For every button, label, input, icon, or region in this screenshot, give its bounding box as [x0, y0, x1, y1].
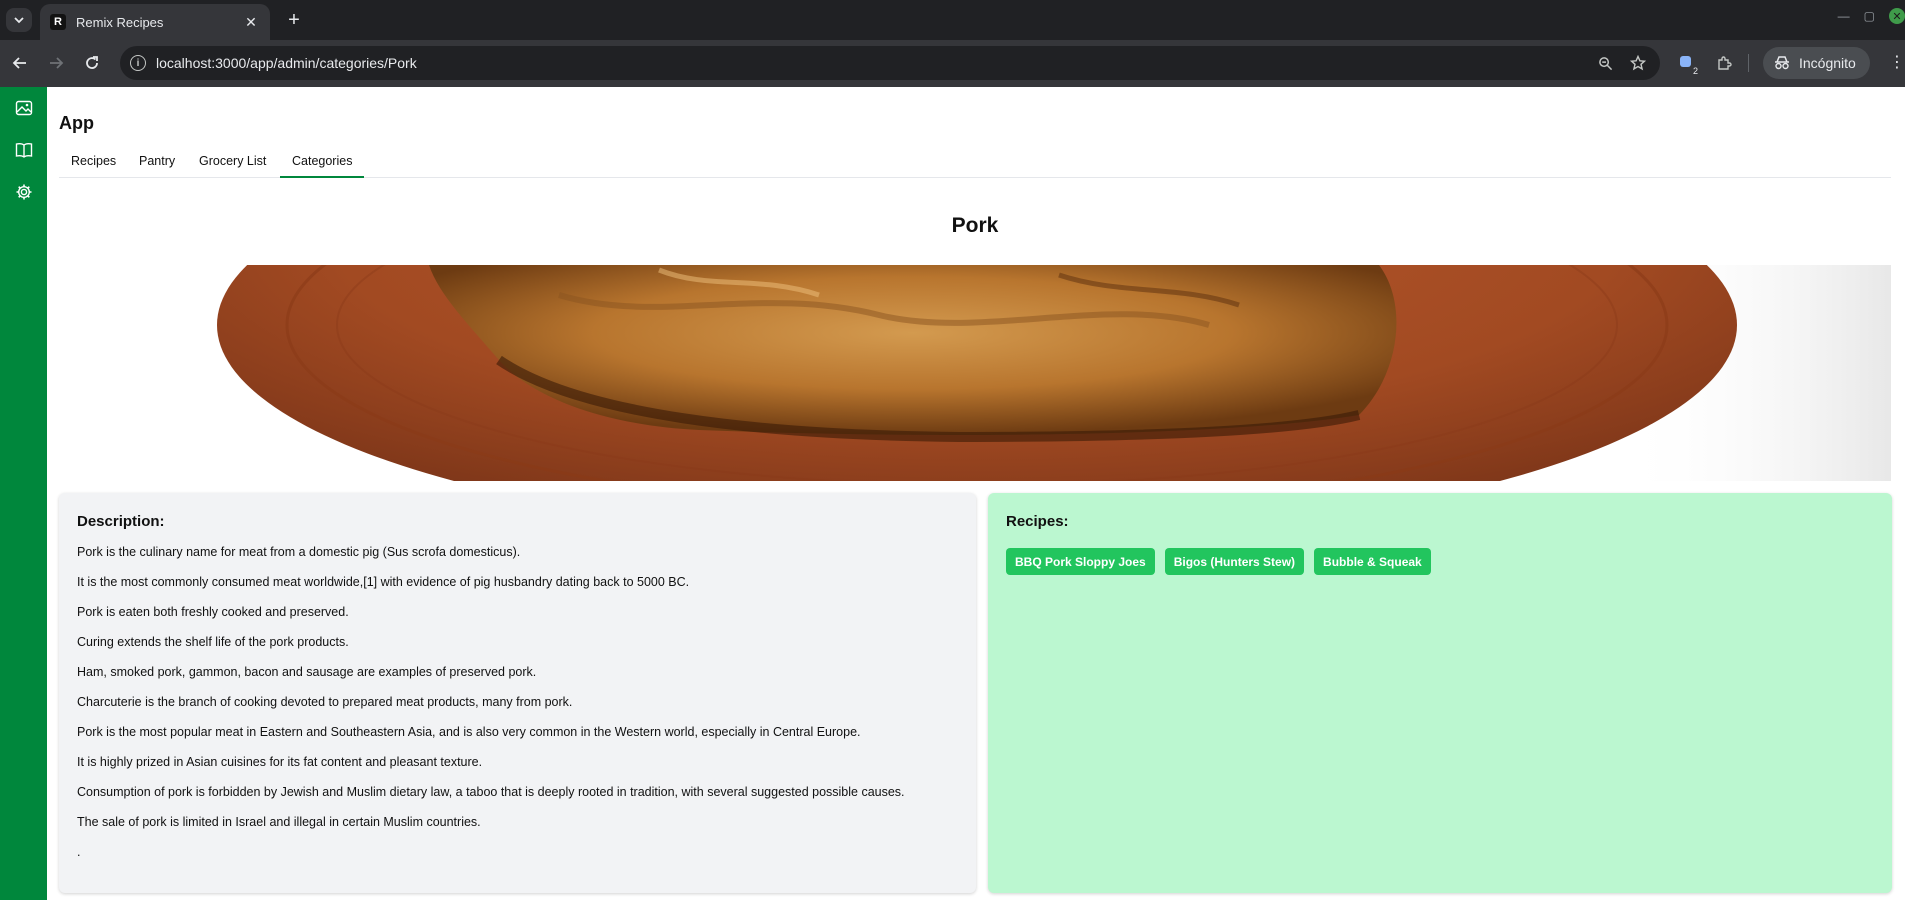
description-line: Curing extends the shelf life of the por… [77, 635, 349, 649]
recipes-card: Recipes: BBQ Pork Sloppy Joes Bigos (Hun… [988, 493, 1892, 893]
app-sidebar [0, 87, 47, 900]
extension-badge-count: 2 [1692, 66, 1698, 76]
description-line: Ham, smoked pork, gammon, bacon and saus… [77, 665, 537, 679]
chevron-down-icon [14, 17, 24, 24]
bookmark-star-icon[interactable] [1627, 52, 1649, 74]
arrow-left-icon [12, 57, 26, 69]
extensions-puzzle-icon[interactable] [1713, 52, 1735, 74]
tab-title: Remix Recipes [76, 14, 164, 30]
remix-favicon-icon: R [50, 14, 66, 30]
gear-icon[interactable] [14, 182, 34, 202]
category-title: Pork [951, 214, 999, 237]
reload-icon [86, 56, 98, 69]
recipe-link-bbq-pork-sloppy-joes[interactable]: BBQ Pork Sloppy Joes [1006, 548, 1155, 575]
recipes-heading: Recipes: [1006, 513, 1069, 530]
maximize-icon[interactable]: ▢ [1864, 9, 1875, 23]
back-button[interactable] [8, 51, 32, 75]
window-controls: — ▢ ✕ [1838, 8, 1905, 24]
description-line: It is highly prized in Asian cuisines fo… [77, 755, 483, 769]
new-tab-button[interactable]: + [282, 8, 306, 32]
browser-menu-icon[interactable]: ⋮ [1889, 52, 1905, 72]
image-icon[interactable] [14, 98, 34, 118]
browser-tab-strip: R Remix Recipes ✕ + — ▢ ✕ [0, 0, 1905, 40]
description-line: Pork is the culinary name for meat from … [77, 545, 521, 559]
reload-button[interactable] [80, 51, 104, 75]
zoom-icon[interactable] [1594, 52, 1616, 74]
address-bar[interactable]: i localhost:3000/app/admin/categories/Po… [120, 46, 1660, 80]
description-heading: Description: [77, 513, 165, 530]
extension-badge-icon[interactable]: 2 [1676, 52, 1698, 76]
app-title: App [59, 113, 94, 133]
recipe-list: BBQ Pork Sloppy Joes Bigos (Hunters Stew… [1006, 548, 1431, 575]
description-line: Consumption of pork is forbidden by Jewi… [77, 785, 905, 799]
tab-search-button[interactable] [6, 8, 32, 32]
description-card: Description: Pork is the culinary name f… [59, 493, 976, 893]
recipe-link-bubble-and-squeak[interactable]: Bubble & Squeak [1314, 548, 1431, 575]
tab-pantry[interactable]: Pantry [127, 151, 187, 178]
window-close-icon[interactable]: ✕ [1889, 8, 1905, 24]
description-line: Pork is the most popular meat in Eastern… [77, 725, 861, 739]
incognito-indicator[interactable]: Incógnito [1763, 47, 1870, 79]
site-info-icon[interactable]: i [130, 55, 146, 71]
tab-close-icon[interactable]: ✕ [242, 14, 260, 31]
minimize-icon[interactable]: — [1838, 9, 1850, 23]
incognito-icon [1775, 56, 1789, 70]
tab-recipes[interactable]: Recipes [59, 151, 128, 178]
browser-toolbar: i localhost:3000/app/admin/categories/Po… [0, 40, 1905, 87]
category-hero-image [59, 265, 1891, 481]
toolbar-divider [1748, 54, 1749, 72]
description-line: The sale of pork is limited in Israel an… [77, 815, 481, 829]
description-line: Pork is eaten both freshly cooked and pr… [77, 605, 349, 619]
book-icon[interactable] [14, 140, 34, 160]
recipe-link-bigos[interactable]: Bigos (Hunters Stew) [1164, 548, 1305, 575]
description-line: . [77, 845, 81, 859]
url-text[interactable]: localhost:3000/app/admin/categories/Pork [156, 55, 417, 71]
incognito-label: Incógnito [1799, 55, 1856, 71]
description-line: Charcuterie is the branch of cooking dev… [77, 695, 573, 709]
plus-icon: + [288, 8, 300, 31]
app-nav-tabs: Recipes Pantry Grocery List Categories [59, 151, 1891, 178]
description-text: Pork is the culinary name for meat from … [77, 545, 905, 875]
browser-tab[interactable]: R Remix Recipes ✕ [40, 4, 270, 40]
arrow-right-icon [50, 57, 64, 69]
forward-button[interactable] [44, 51, 68, 75]
description-line: It is the most commonly consumed meat wo… [77, 575, 690, 589]
tab-categories[interactable]: Categories [280, 151, 365, 178]
tab-grocery-list[interactable]: Grocery List [187, 151, 278, 178]
